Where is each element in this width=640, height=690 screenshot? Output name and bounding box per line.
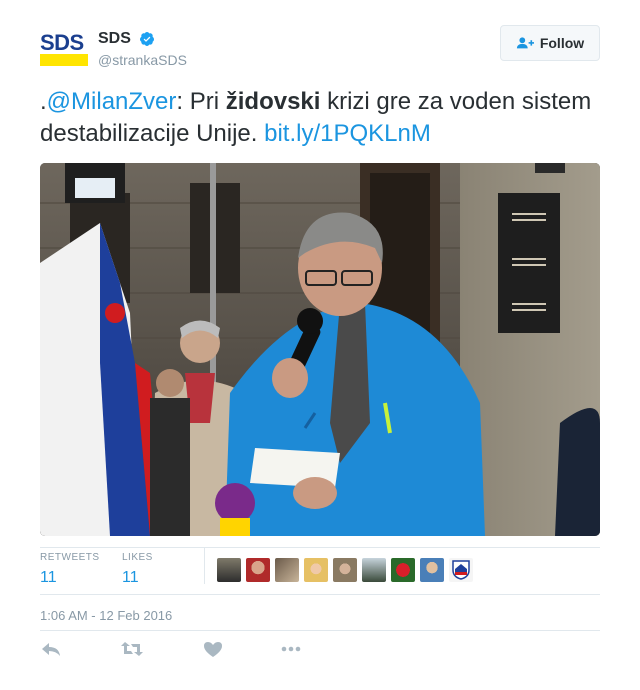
liker-avatar[interactable] [362,558,386,582]
tweet-timestamp[interactable]: 1:06 AM - 12 Feb 2016 [40,608,172,623]
short-link[interactable]: bit.ly/1PQKLnM [264,120,431,147]
tweet-prefix: . [40,88,47,115]
retweets-stat[interactable]: RETWEETS 11 [40,552,100,587]
add-user-icon [516,37,534,49]
avatar-logo-text: SDS [40,30,84,55]
photo-scene [40,163,600,536]
tweet-text: .@MilanZver: Pri židovski krizi gre za v… [40,86,600,150]
tweet-photo[interactable] [40,163,600,536]
mention-link[interactable]: @MilanZver [47,88,177,115]
retweets-count: 11 [40,569,57,586]
tweet-text-part: : Pri [176,88,226,115]
display-name[interactable]: SDS [98,30,131,48]
avatar[interactable]: SDS [40,28,88,68]
follow-button[interactable]: Follow [500,25,600,61]
liker-avatar[interactable] [304,558,328,582]
divider [40,630,600,631]
liker-avatar[interactable] [391,558,415,582]
user-handle[interactable]: @strankaSDS [98,52,187,68]
more-dots-icon[interactable] [280,640,302,658]
liker-avatar[interactable] [333,558,357,582]
liker-avatar[interactable] [217,558,241,582]
tweet-header: SDS SDS @strankaSDS Follow [40,25,600,72]
liker-avatar[interactable] [275,558,299,582]
likes-stat[interactable]: LIKES 11 [122,552,153,587]
tweet-bold-word: židovski [225,88,321,115]
user-names: SDS @strankaSDS [98,30,187,68]
verified-badge-icon [140,32,155,46]
shield-icon [452,560,470,580]
tweet-actions [40,640,600,660]
avatar-yellow-bar [40,54,88,66]
follow-label: Follow [539,35,585,51]
liker-avatars [217,558,478,582]
liker-avatar[interactable] [449,558,473,582]
liker-avatar[interactable] [246,558,270,582]
retweet-icon[interactable] [120,640,144,658]
divider [40,594,600,595]
retweets-label: RETWEETS [40,552,100,563]
tweet-stats: RETWEETS 11 LIKES 11 [40,548,600,594]
likes-label: LIKES [122,552,153,563]
heart-icon[interactable] [202,640,224,658]
liker-avatar[interactable] [420,558,444,582]
stats-divider [204,548,205,584]
likes-count: 11 [122,569,139,586]
reply-icon[interactable] [40,640,62,658]
